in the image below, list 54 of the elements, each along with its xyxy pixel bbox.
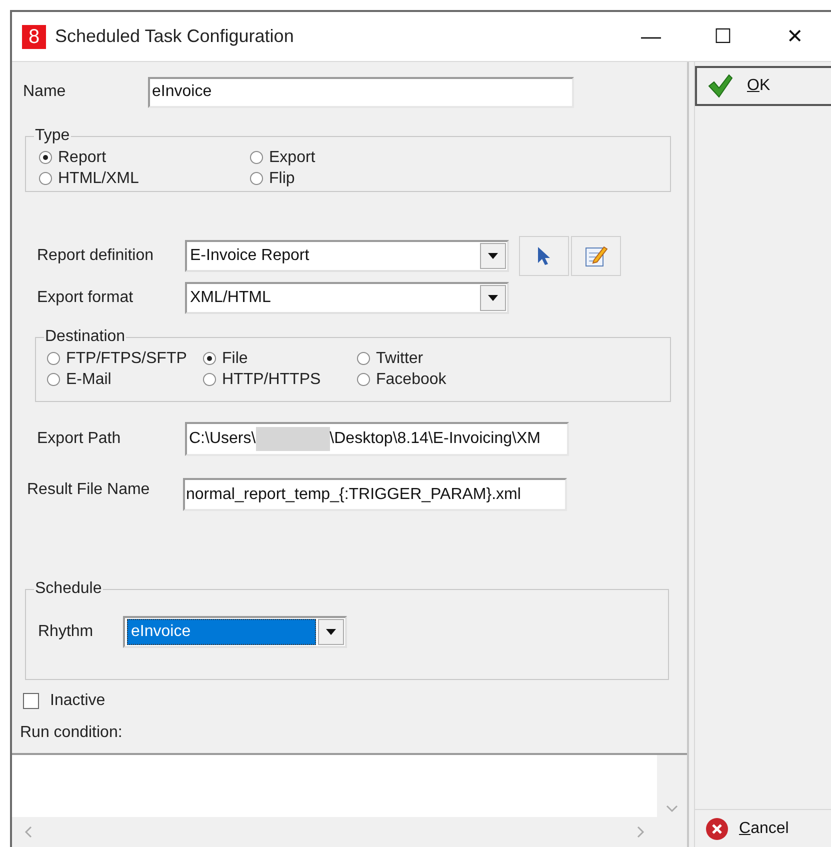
dropdown-value: E-Invoice Report <box>189 246 310 266</box>
field-label: Run condition: <box>20 723 124 743</box>
radio-button[interactable] <box>39 151 52 164</box>
radio-button[interactable] <box>203 373 216 386</box>
checkbox-label: Inactive <box>50 691 106 711</box>
radio-button[interactable] <box>357 373 370 386</box>
close-button[interactable]: ✕ <box>759 14 831 60</box>
caret-icon[interactable] <box>318 619 344 645</box>
input-field[interactable]: eInvoice <box>148 76 574 108</box>
dropdown-value: eInvoice <box>127 619 316 645</box>
dropdown[interactable]: E-Invoice Report <box>185 240 509 272</box>
caret-icon[interactable] <box>480 285 506 311</box>
input-field[interactable]: normal_report_temp_{:TRIGGER_PARAM}.xml <box>183 478 567 511</box>
field-label: Report definition <box>37 246 155 266</box>
dropdown-value: XML/HTML <box>189 288 272 308</box>
cursor-icon <box>537 246 551 266</box>
radio-button[interactable] <box>47 352 60 365</box>
pointer-button[interactable] <box>519 236 569 276</box>
radio-label: Flip <box>269 170 295 186</box>
radio-button[interactable] <box>250 172 263 185</box>
input-field[interactable]: C:\Users\ \Desktop\8.14\E-Invoicing\XM <box>185 422 569 456</box>
ok-button[interactable]: OK <box>695 66 831 106</box>
dropdown[interactable]: XML/HTML <box>185 282 509 314</box>
radio-button[interactable] <box>47 373 60 386</box>
maximize-button[interactable]: ☐ <box>687 14 759 60</box>
radio-label: Facebook <box>376 372 446 388</box>
app-logo: 8 <box>22 24 46 48</box>
radio-label: File <box>222 350 248 366</box>
field-label: Export format <box>37 288 134 308</box>
radio-button[interactable] <box>203 352 216 365</box>
dropdown[interactable]: eInvoice <box>123 616 347 648</box>
radio-label: E-Mail <box>66 372 112 388</box>
radio-label: HTML/XML <box>58 170 139 186</box>
radio-label: Twitter <box>376 350 424 366</box>
radio-button[interactable] <box>357 352 370 365</box>
radio-label: HTTP/HTTPS <box>222 372 321 388</box>
radio-button[interactable] <box>250 151 263 164</box>
window-title: Scheduled Task Configuration <box>55 25 294 48</box>
cancel-icon <box>705 816 729 840</box>
field-label: Name <box>23 82 67 102</box>
edit-icon <box>584 244 608 268</box>
radio-button[interactable] <box>39 172 52 185</box>
field-label: Rhythm <box>38 622 94 642</box>
field-label: Export Path <box>37 429 122 449</box>
radio-label: Export <box>269 150 316 166</box>
caret-icon[interactable] <box>480 243 506 269</box>
radio-label: Report <box>58 150 106 166</box>
checkbox[interactable] <box>23 693 39 709</box>
group-title: Type <box>34 126 71 146</box>
field-label: Result File Name <box>27 480 151 500</box>
minimize-button[interactable]: — <box>615 14 687 60</box>
checkmark-icon <box>707 74 733 98</box>
radio-label: FTP/FTPS/SFTP <box>66 350 187 366</box>
edit-button[interactable] <box>571 236 621 276</box>
